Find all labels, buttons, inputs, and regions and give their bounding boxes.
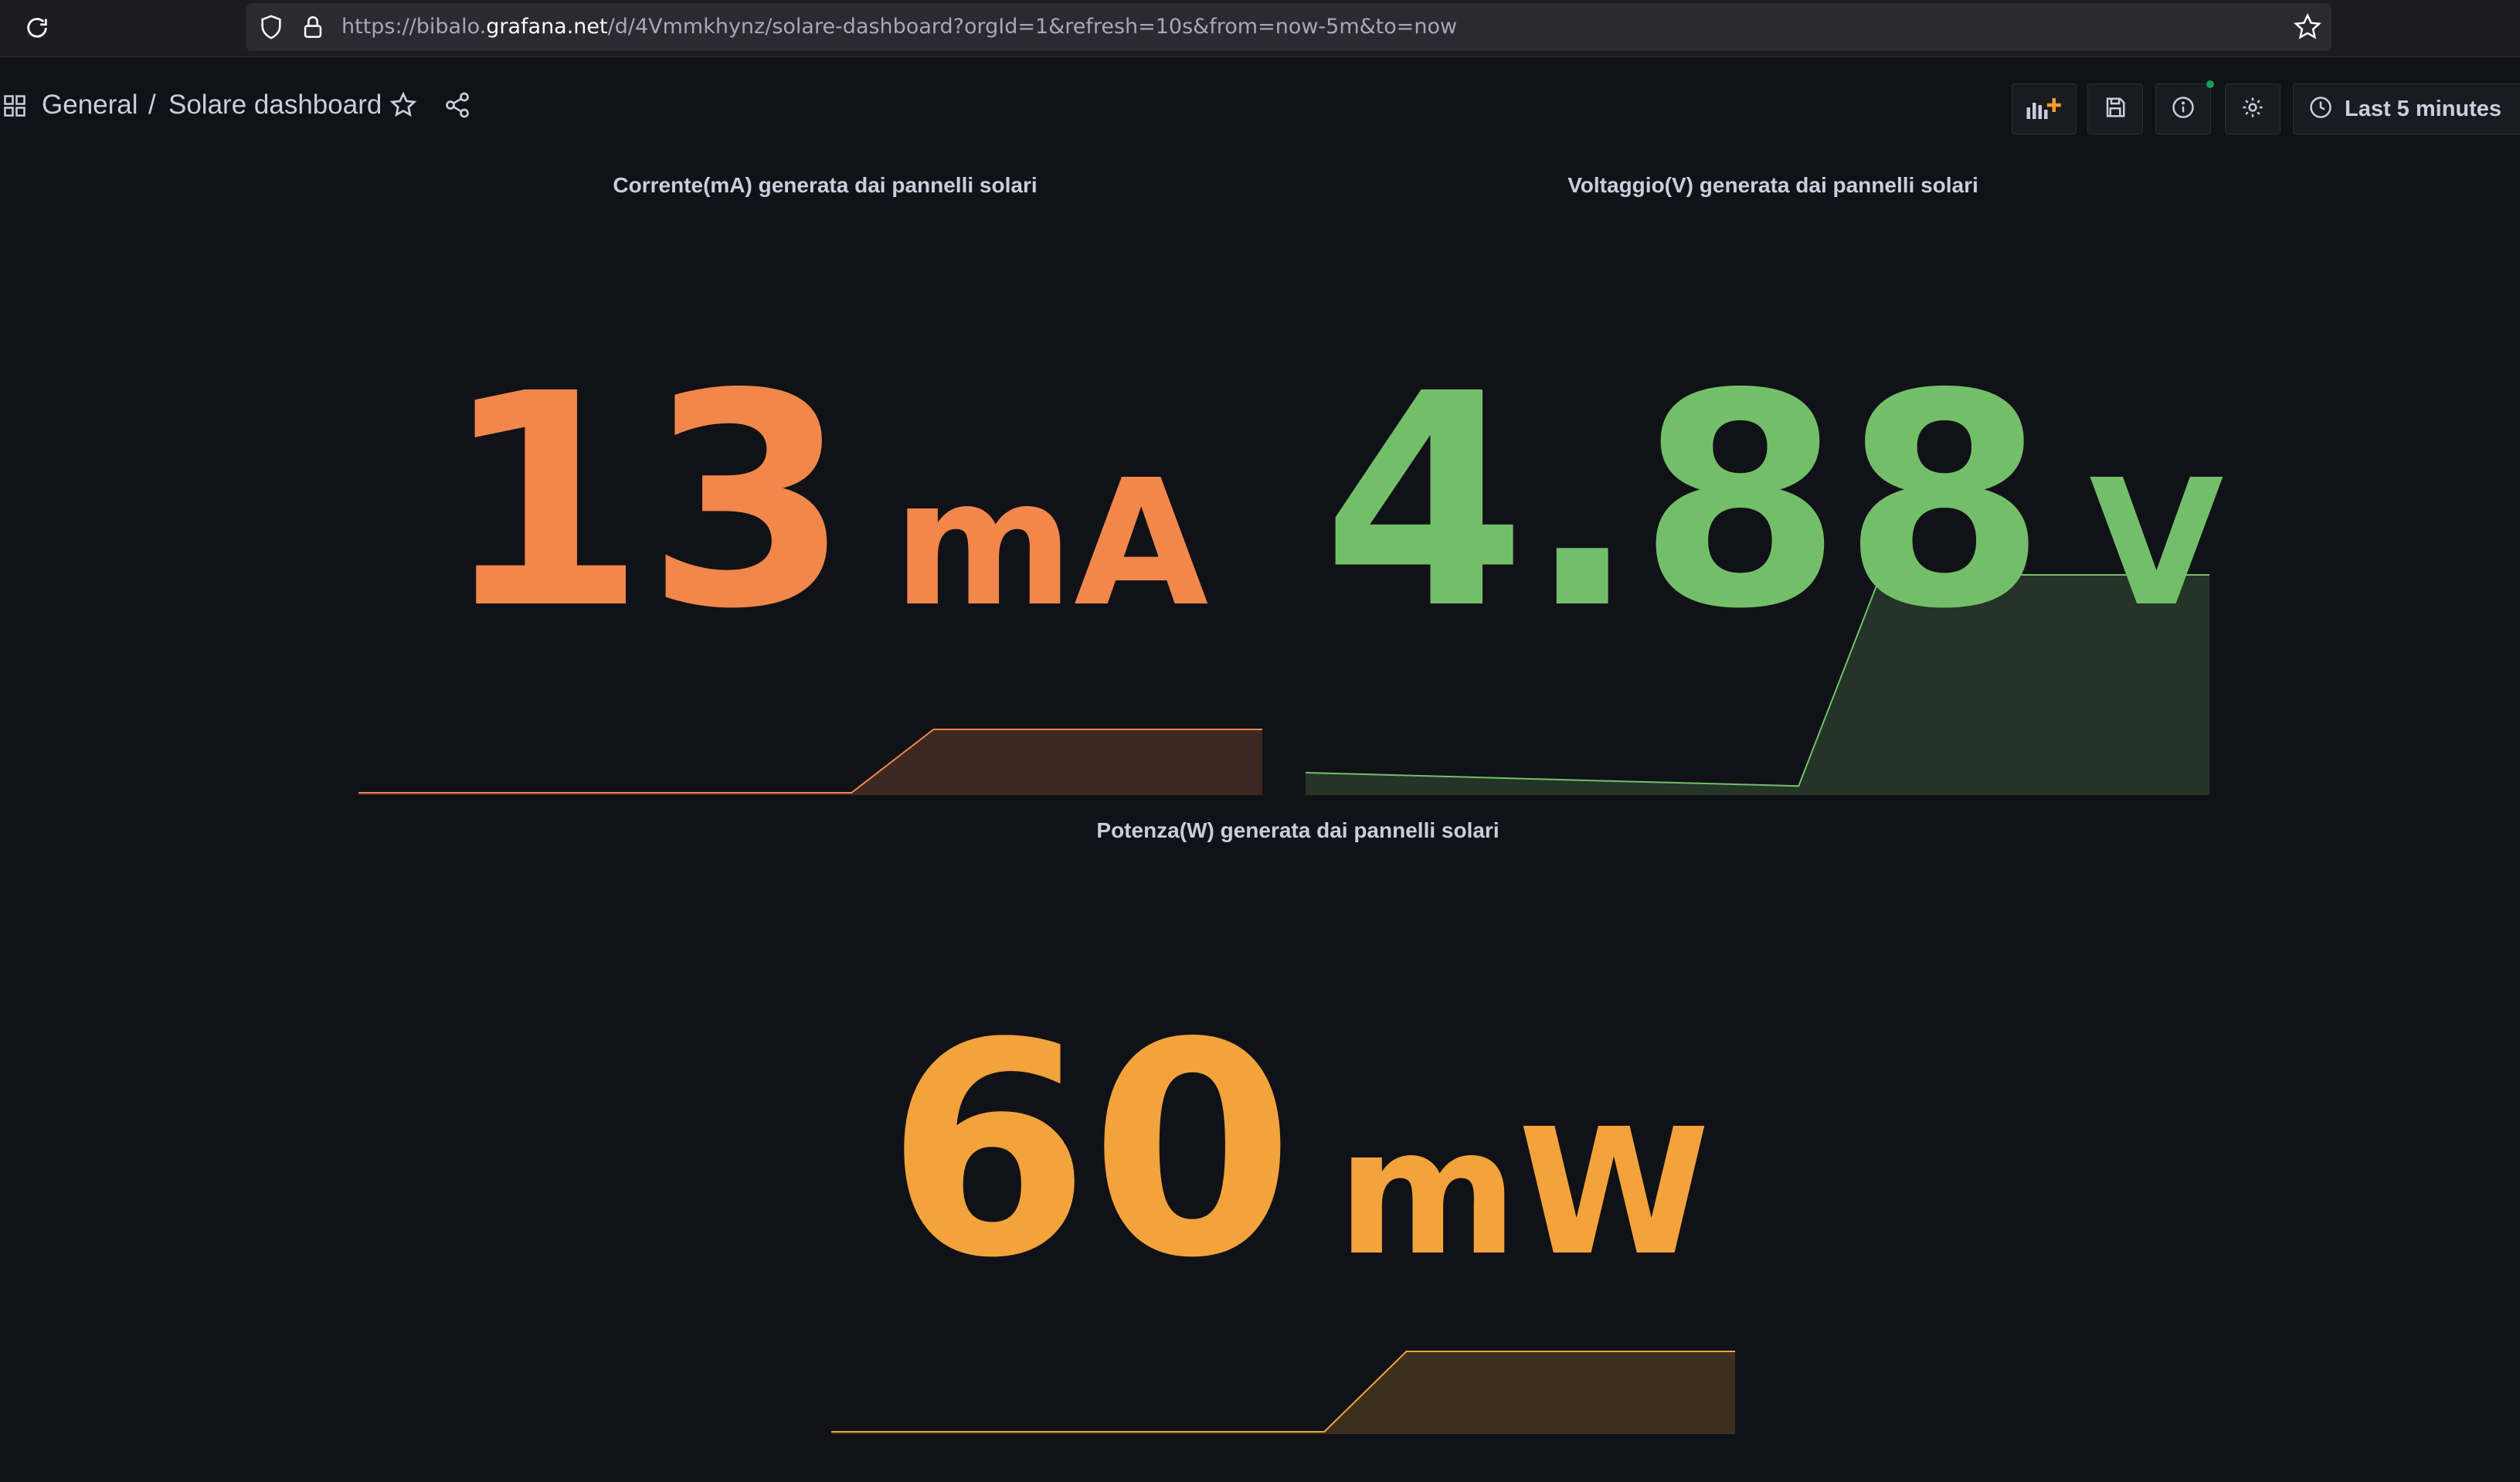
stat-panel-voltage[interactable]: Voltaggio(V) generata dai pannelli solar… xyxy=(1306,162,2240,796)
sparkline-area xyxy=(1306,575,2209,795)
info-icon xyxy=(2172,96,2195,122)
stat-number: 13 xyxy=(441,331,851,673)
stat-panel-current[interactable]: Corrente(mA) generata dai pannelli solar… xyxy=(340,162,1310,796)
reload-icon[interactable] xyxy=(20,11,54,45)
sparkline-power xyxy=(831,1351,1735,1434)
save-dashboard-button[interactable] xyxy=(2087,83,2143,134)
dashboard-info-button[interactable] xyxy=(2155,83,2211,134)
shield-icon[interactable] xyxy=(258,14,284,40)
live-indicator xyxy=(2206,80,2214,88)
sparkline-current xyxy=(358,729,1262,795)
sparkline-area xyxy=(358,729,1262,795)
breadcrumb-folder[interactable]: General xyxy=(42,90,138,121)
breadcrumb-separator: / xyxy=(148,90,156,120)
panel-title: Potenza(W) generata dai pannelli solari xyxy=(1096,818,1499,842)
sparkline-area xyxy=(831,1351,1735,1434)
panel-title: Corrente(mA) generata dai pannelli solar… xyxy=(613,173,1038,197)
stat-unit: mA xyxy=(892,443,1209,645)
dashboard-title[interactable]: Solare dashboard xyxy=(168,90,382,121)
sparkline-voltage xyxy=(1306,574,2209,795)
time-range-picker[interactable]: Last 5 minutes xyxy=(2293,83,2520,134)
stat-unit: mW xyxy=(1336,1092,1710,1294)
share-icon[interactable] xyxy=(443,91,471,119)
apps-grid-icon[interactable] xyxy=(3,94,26,117)
time-range-label: Last 5 minutes xyxy=(2345,96,2502,121)
add-panel-button[interactable] xyxy=(2012,83,2077,134)
panel-title: Voltaggio(V) generata dai pannelli solar… xyxy=(1567,173,1978,197)
url-text[interactable]: https://bibalo.grafana.net/d/4Vmmkhynz/s… xyxy=(341,14,1457,40)
dashboard-settings-button[interactable] xyxy=(2225,83,2281,134)
star-icon[interactable] xyxy=(389,91,417,119)
add-panel-icon xyxy=(2024,93,2064,124)
stat-panel-power[interactable]: Potenza(W) generata dai pannelli solari … xyxy=(803,807,1792,1441)
stat-number: 60 xyxy=(885,980,1295,1322)
gear-icon xyxy=(2241,96,2264,122)
dashboard-nav: General / Solare dashboard Last 5 minute… xyxy=(0,71,2520,145)
address-bar[interactable]: https://bibalo.grafana.net/d/4Vmmkhynz/s… xyxy=(246,3,2332,51)
browser-toolbar: https://bibalo.grafana.net/d/4Vmmkhynz/s… xyxy=(0,0,2520,57)
save-icon xyxy=(2104,96,2127,122)
lock-icon[interactable] xyxy=(300,14,326,40)
stat-value: 60 mW xyxy=(803,1004,1792,1298)
clock-icon xyxy=(2309,96,2332,122)
stat-value: 13 mA xyxy=(340,355,1310,649)
bookmark-star-icon[interactable] xyxy=(2293,12,2322,42)
